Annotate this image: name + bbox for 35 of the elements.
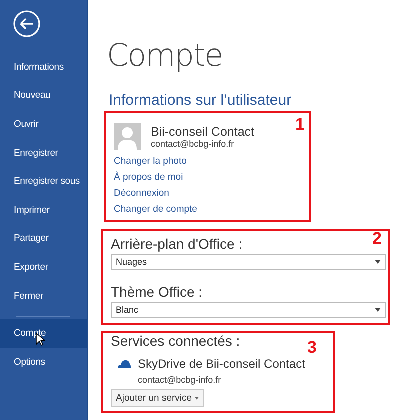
- callout-number: 2: [372, 229, 382, 249]
- account-link[interactable]: À propos de moi: [114, 172, 184, 183]
- menu-item[interactable]: Ouvrir: [0, 110, 87, 139]
- account-link[interactable]: Changer de compte: [114, 204, 198, 215]
- dropdown[interactable]: Blanc: [111, 302, 386, 318]
- menu-item[interactable]: Nouveau: [0, 82, 87, 110]
- section-heading: Informations sur l’utilisateur: [109, 92, 292, 109]
- account-link[interactable]: Changer la photo: [114, 156, 187, 167]
- section-heading: Services connectés :: [111, 333, 240, 349]
- caret-icon: [375, 308, 381, 312]
- menu-item[interactable]: Fermer: [0, 282, 87, 310]
- dropdown[interactable]: Nuages: [111, 254, 386, 270]
- cloud-icon: [118, 360, 131, 368]
- callout-number: 3: [308, 338, 317, 358]
- add-service-button[interactable]: Ajouter un service: [111, 389, 204, 407]
- menu-item[interactable]: Exporter: [0, 253, 87, 282]
- field-label: Thème Office :: [111, 284, 203, 300]
- avatar-icon: [114, 123, 141, 150]
- user-email: contact@bcbg-info.fr: [151, 138, 236, 148]
- user-name: Bii-conseil Contact: [151, 124, 255, 138]
- field-label: Arrière-plan d'Office :: [111, 236, 243, 252]
- menu-item[interactable]: Compte: [0, 319, 87, 348]
- menu-item[interactable]: Imprimer: [0, 196, 87, 225]
- page-title: Compte: [107, 38, 224, 74]
- account-link[interactable]: Déconnexion: [114, 188, 170, 199]
- service-name: SkyDrive de Bii-conseil Contact: [138, 357, 306, 371]
- service-email: contact@bcbg-info.fr: [138, 375, 222, 385]
- menu-item[interactable]: Options: [0, 348, 87, 377]
- menu-item[interactable]: Enregistrer sous: [0, 167, 87, 196]
- menu-item[interactable]: Informations: [0, 53, 87, 82]
- caret-icon: [195, 396, 200, 400]
- menu-item[interactable]: Enregistrer: [0, 138, 87, 168]
- menu-item[interactable]: Partager: [0, 224, 87, 254]
- callout-number: 1: [296, 115, 305, 135]
- caret-icon: [375, 260, 381, 264]
